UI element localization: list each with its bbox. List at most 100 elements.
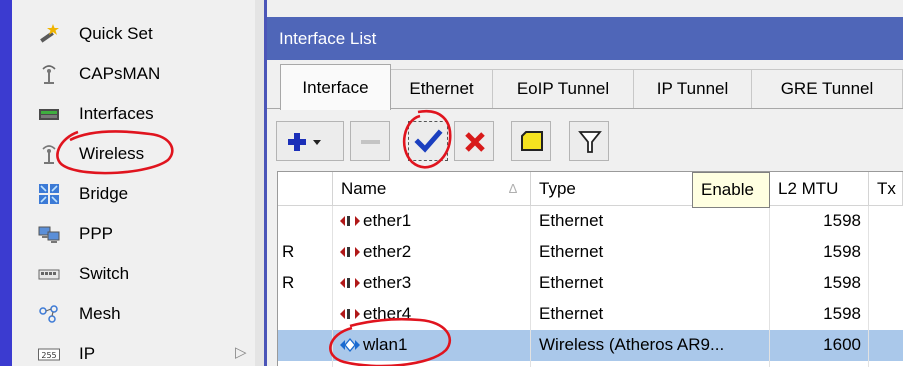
minus-icon bbox=[361, 140, 380, 144]
ethernet-icon bbox=[340, 309, 360, 319]
window-title: Interface List bbox=[279, 29, 377, 48]
sidebar-item-interfaces[interactable]: Interfaces bbox=[12, 94, 255, 134]
column-header-l2mtu[interactable]: L2 MTU bbox=[770, 172, 869, 206]
interface-table: Name ∆ Type L2 MTU Tx ether1 Ethernet 15… bbox=[277, 171, 903, 367]
sidebar-item-label: Quick Set bbox=[79, 24, 153, 43]
tab-ethernet[interactable]: Ethernet bbox=[390, 69, 493, 108]
interface-list-window: Interface List Interface Ethernet EoIP T… bbox=[267, 0, 903, 367]
column-header-label: L2 MTU bbox=[778, 179, 839, 198]
tab-ip-tunnel[interactable]: IP Tunnel bbox=[633, 69, 752, 108]
row-flag: R bbox=[282, 273, 295, 292]
row-l2mtu: 1598 bbox=[823, 211, 861, 230]
sidebar-item-label: PPP bbox=[79, 224, 114, 243]
tooltip-text: Enable bbox=[701, 180, 754, 199]
sidebar-item-wireless[interactable]: Wireless bbox=[12, 134, 255, 174]
add-button[interactable] bbox=[276, 121, 344, 161]
enable-button[interactable] bbox=[408, 121, 448, 161]
sidebar-item-ip[interactable]: 255 IP ▷ bbox=[12, 334, 255, 374]
row-l2mtu: 1598 bbox=[823, 273, 861, 292]
ip-icon: 255 bbox=[38, 348, 60, 361]
column-divider bbox=[868, 206, 869, 367]
checkmark-icon bbox=[414, 129, 443, 153]
row-type: Ethernet bbox=[539, 211, 604, 230]
ppp-computers-icon bbox=[38, 226, 60, 243]
network-card-icon bbox=[39, 109, 59, 120]
funnel-icon bbox=[578, 131, 602, 153]
switch-icon bbox=[38, 269, 60, 280]
ethernet-icon bbox=[340, 216, 360, 226]
sidebar-menu: Quick Set CAPsMAN Interfaces Wireless Br… bbox=[12, 0, 255, 366]
red-x-icon bbox=[465, 132, 485, 152]
row-l2mtu: 1600 bbox=[823, 335, 861, 354]
row-name: ether1 bbox=[363, 211, 412, 230]
column-header-flags[interactable] bbox=[278, 172, 333, 206]
column-header-name[interactable]: Name ∆ bbox=[333, 172, 531, 206]
row-type: Ethernet bbox=[539, 304, 604, 323]
sidebar-item-label: Wireless bbox=[79, 144, 145, 163]
row-flag: R bbox=[282, 242, 295, 261]
disable-button[interactable] bbox=[454, 121, 494, 161]
sidebar-item-ppp[interactable]: PPP bbox=[12, 214, 255, 254]
column-divider bbox=[769, 206, 770, 367]
row-l2mtu: 1598 bbox=[823, 242, 861, 261]
sidebar-item-capsman[interactable]: CAPsMAN bbox=[12, 54, 255, 94]
window-titlebar[interactable]: Interface List bbox=[267, 17, 903, 60]
sidebar-item-bridge[interactable]: Bridge bbox=[12, 174, 255, 214]
table-row[interactable]: R ether3 Ethernet 1598 bbox=[278, 268, 903, 299]
comment-button[interactable] bbox=[511, 121, 551, 161]
antenna-icon bbox=[42, 65, 56, 84]
row-l2mtu: 1598 bbox=[823, 304, 861, 323]
sidebar-item-mesh[interactable]: Mesh bbox=[12, 294, 255, 334]
column-header-label: Type bbox=[539, 179, 576, 198]
table-row-selected[interactable]: wlan1 Wireless (Atheros AR9... 1600 bbox=[278, 330, 903, 361]
tab-eoip-tunnel[interactable]: EoIP Tunnel bbox=[492, 69, 634, 108]
column-header-tx[interactable]: Tx bbox=[869, 172, 903, 206]
sidebar-item-switch[interactable]: Switch bbox=[12, 254, 255, 294]
ethernet-icon bbox=[340, 278, 360, 288]
mesh-icon bbox=[39, 305, 58, 323]
nav-accent-strip bbox=[0, 0, 12, 366]
sort-arrow-icon: ∆ bbox=[509, 181, 517, 196]
tab-label: IP Tunnel bbox=[656, 79, 729, 98]
table-row[interactable]: ether4 Ethernet 1598 bbox=[278, 299, 903, 330]
submenu-arrow-icon: ▷ bbox=[235, 344, 247, 361]
row-type: Ethernet bbox=[539, 273, 604, 292]
row-type: Ethernet bbox=[539, 242, 604, 261]
row-name: ether3 bbox=[363, 273, 412, 292]
tab-interface[interactable]: Interface bbox=[280, 64, 391, 110]
magic-wand-icon bbox=[40, 24, 59, 43]
table-row[interactable]: ether1 Ethernet 1598 bbox=[278, 206, 903, 237]
tab-gre-tunnel[interactable]: GRE Tunnel bbox=[751, 69, 903, 108]
row-name: wlan1 bbox=[363, 335, 408, 354]
note-icon bbox=[521, 131, 543, 151]
tab-label: Ethernet bbox=[409, 79, 474, 98]
sidebar-item-label: Interfaces bbox=[79, 104, 154, 123]
column-divider bbox=[332, 206, 333, 367]
column-header-label: Tx bbox=[877, 179, 896, 198]
bridge-icon bbox=[39, 184, 59, 204]
column-divider bbox=[530, 206, 531, 367]
sidebar-item-label: IP bbox=[79, 344, 96, 363]
column-header-label: Name bbox=[341, 179, 387, 198]
ethernet-icon bbox=[340, 247, 360, 257]
tab-label: EoIP Tunnel bbox=[516, 79, 610, 98]
chevron-down-icon bbox=[313, 140, 321, 145]
sidebar-item-label: Bridge bbox=[79, 184, 129, 203]
wireless-antenna-icon bbox=[42, 145, 56, 164]
plus-icon bbox=[288, 133, 321, 151]
sidebar-item-label: Switch bbox=[79, 264, 130, 283]
tab-label: GRE Tunnel bbox=[780, 79, 874, 98]
enable-tooltip: Enable bbox=[692, 172, 770, 208]
row-name: ether2 bbox=[363, 242, 412, 261]
table-row[interactable]: R ether2 Ethernet 1598 bbox=[278, 237, 903, 268]
sidebar-item-label: CAPsMAN bbox=[79, 64, 161, 83]
filter-button[interactable] bbox=[569, 121, 609, 161]
sidebar-item-quick-set[interactable]: Quick Set bbox=[12, 14, 255, 54]
tab-label: Interface bbox=[302, 78, 369, 97]
row-name: ether4 bbox=[363, 304, 412, 323]
row-type: Wireless (Atheros AR9... bbox=[539, 335, 725, 354]
sidebar-splitter[interactable] bbox=[255, 0, 264, 366]
svg-text:255: 255 bbox=[41, 351, 56, 360]
remove-button[interactable] bbox=[350, 121, 390, 161]
sidebar-item-label: Mesh bbox=[79, 304, 121, 323]
